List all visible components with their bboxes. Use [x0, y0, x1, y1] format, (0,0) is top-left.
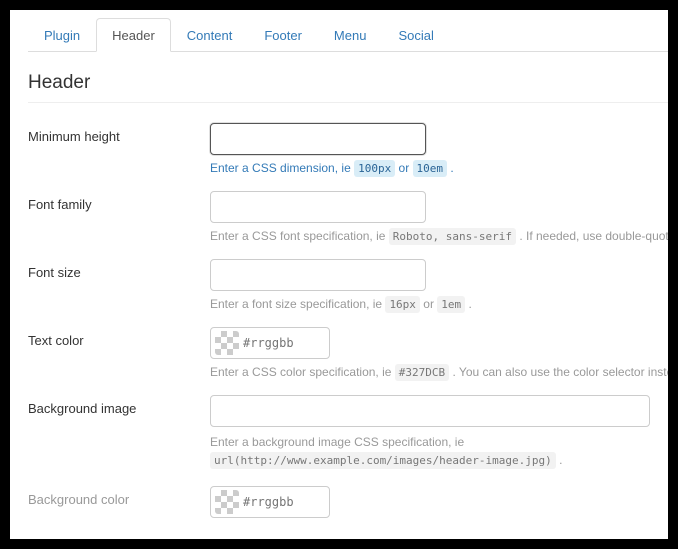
row-bg-color: Background color — [28, 486, 668, 518]
row-font-size: Font size Enter a font size specificatio… — [28, 259, 668, 311]
input-bg-color[interactable] — [243, 495, 323, 509]
color-picker-text-color[interactable] — [210, 327, 330, 359]
code-sample: 10em — [413, 160, 448, 177]
input-font-family[interactable] — [210, 191, 426, 223]
label-text-color: Text color — [28, 327, 210, 348]
row-text-color: Text color Enter a CSS color specificati… — [28, 327, 668, 379]
color-swatch-icon[interactable] — [215, 490, 239, 514]
input-bg-image[interactable] — [210, 395, 650, 427]
label-font-size: Font size — [28, 259, 210, 280]
row-font-family: Font family Enter a CSS font specificati… — [28, 191, 668, 243]
code-sample: 16px — [385, 296, 420, 313]
code-sample: Roboto, sans-serif — [389, 228, 516, 245]
row-bg-image: Background image Enter a background imag… — [28, 395, 668, 470]
input-font-size[interactable] — [210, 259, 426, 291]
tabs-nav: Plugin Header Content Footer Menu Social — [28, 18, 668, 52]
label-bg-color: Background color — [28, 486, 210, 507]
code-sample: 1em — [437, 296, 465, 313]
label-font-family: Font family — [28, 191, 210, 212]
tab-menu[interactable]: Menu — [318, 18, 383, 52]
code-sample: url(http://www.example.com/images/header… — [210, 452, 556, 469]
code-sample: 100px — [354, 160, 395, 177]
section-title: Header — [28, 72, 668, 103]
label-min-height: Minimum height — [28, 123, 210, 144]
color-picker-bg-color[interactable] — [210, 486, 330, 518]
help-bg-image: Enter a background image CSS specificati… — [210, 433, 668, 470]
tab-plugin[interactable]: Plugin — [28, 18, 96, 52]
input-text-color[interactable] — [243, 336, 323, 350]
help-font-family: Enter a CSS font specification, ie Robot… — [210, 229, 668, 243]
help-min-height: Enter a CSS dimension, ie 100px or 10em … — [210, 161, 668, 175]
help-text-color: Enter a CSS color specification, ie #327… — [210, 365, 668, 379]
input-min-height[interactable] — [210, 123, 426, 155]
tab-content[interactable]: Content — [171, 18, 249, 52]
tab-social[interactable]: Social — [382, 18, 449, 52]
label-bg-image: Background image — [28, 395, 210, 416]
settings-panel: Plugin Header Content Footer Menu Social… — [10, 10, 668, 539]
code-sample: #327DCB — [395, 364, 449, 381]
row-min-height: Minimum height Enter a CSS dimension, ie… — [28, 123, 668, 175]
help-font-size: Enter a font size specification, ie 16px… — [210, 297, 668, 311]
tab-header[interactable]: Header — [96, 18, 171, 52]
tab-footer[interactable]: Footer — [248, 18, 318, 52]
color-swatch-icon[interactable] — [215, 331, 239, 355]
